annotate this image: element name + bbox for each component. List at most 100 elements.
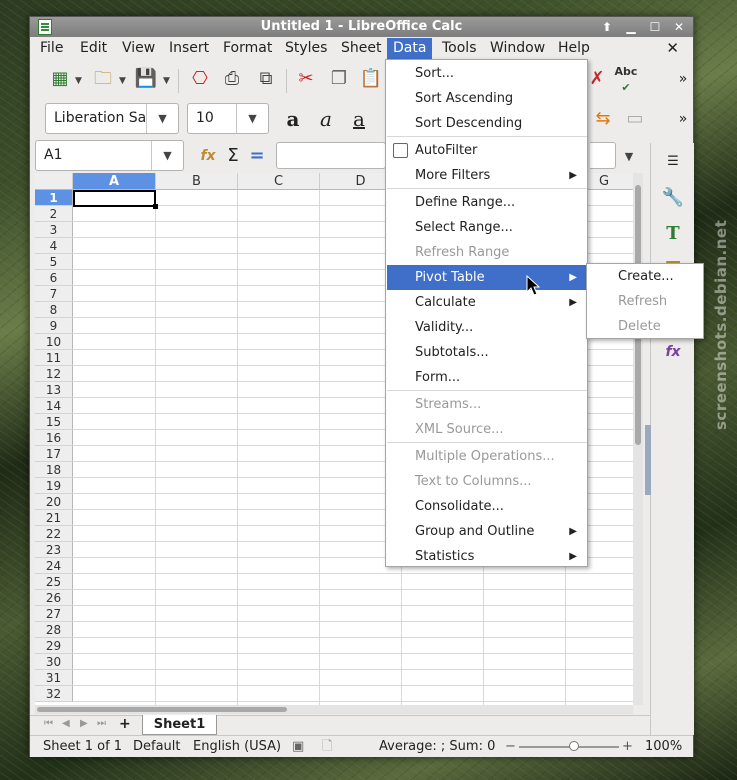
column-header-b[interactable]: B: [156, 173, 238, 190]
toolbar-overflow-icon[interactable]: »: [671, 67, 695, 91]
menu-item-define-range[interactable]: Define Range...: [387, 190, 587, 215]
menu-item-consolidate[interactable]: Consolidate...: [387, 494, 587, 519]
row-header-1[interactable]: 1: [35, 190, 73, 206]
add-sheet-icon[interactable]: +: [119, 716, 131, 732]
menu-item-group-and-outline[interactable]: Group and Outline ▶: [387, 519, 587, 544]
function-wizard-icon[interactable]: fx: [196, 144, 220, 168]
font-size-box[interactable]: 10 ▼: [187, 103, 269, 134]
menu-item-validity[interactable]: Validity...: [387, 315, 587, 340]
text-language[interactable]: English (USA): [193, 736, 281, 757]
new-spreadsheet-icon[interactable]: ▦: [48, 67, 72, 91]
bold-icon[interactable]: a: [281, 107, 305, 131]
zoom-slider-knob[interactable]: [569, 741, 579, 751]
row-header-8[interactable]: 8: [35, 302, 73, 318]
print-icon[interactable]: ⎙: [220, 67, 244, 91]
row-header-27[interactable]: 27: [35, 606, 73, 622]
close-document-icon[interactable]: ✕: [666, 38, 679, 59]
new-dropdown-icon[interactable]: ▼: [75, 76, 82, 86]
underline-icon[interactable]: a: [347, 107, 371, 131]
row-header-32[interactable]: 32: [35, 686, 73, 702]
title-bar[interactable]: Untitled 1 - LibreOffice Calc ⬆ ▁ ☐ ✕: [30, 17, 693, 37]
clear-formatting-icon[interactable]: ✗: [585, 67, 609, 91]
sheet-position[interactable]: Sheet 1 of 1: [43, 736, 122, 757]
spelling-icon[interactable]: Abc ✔: [614, 64, 638, 94]
row-header-30[interactable]: 30: [35, 654, 73, 670]
menu-insert[interactable]: Insert: [163, 38, 215, 60]
menu-window[interactable]: Window: [484, 38, 551, 60]
last-sheet-icon[interactable]: ⏭: [97, 718, 106, 729]
submenu-item-create[interactable]: Create...: [588, 264, 703, 289]
maximize-icon[interactable]: ☐: [647, 19, 663, 35]
row-header-20[interactable]: 20: [35, 494, 73, 510]
horizontal-scroll-thumb[interactable]: [37, 707, 287, 712]
open-folder-icon[interactable]: 🗀: [91, 67, 115, 91]
first-sheet-icon[interactable]: ⏮: [44, 718, 53, 729]
menu-item-form[interactable]: Form...: [387, 365, 587, 390]
row-header-7[interactable]: 7: [35, 286, 73, 302]
menu-item-sort-descending[interactable]: Sort Descending: [387, 111, 587, 136]
menu-item-sort-ascending[interactable]: Sort Ascending: [387, 86, 587, 111]
sum-icon[interactable]: Σ: [221, 144, 245, 168]
row-header-3[interactable]: 3: [35, 222, 73, 238]
selection-summary[interactable]: Average: ; Sum: 0: [379, 736, 495, 757]
cell-cursor-a1[interactable]: [73, 190, 158, 209]
menu-item-pivot-table[interactable]: Pivot Table ▶: [387, 265, 587, 290]
row-header-28[interactable]: 28: [35, 622, 73, 638]
menu-format[interactable]: Format: [217, 38, 278, 60]
column-header-c[interactable]: C: [238, 173, 320, 190]
row-header-18[interactable]: 18: [35, 462, 73, 478]
row-header-15[interactable]: 15: [35, 414, 73, 430]
font-name-dropdown-icon[interactable]: ▼: [146, 104, 178, 133]
row-header-25[interactable]: 25: [35, 574, 73, 590]
menu-item-more-filters[interactable]: More Filters ▶: [387, 163, 587, 188]
formatting-overflow-icon[interactable]: »: [671, 107, 695, 131]
row-header-11[interactable]: 11: [35, 350, 73, 366]
properties-wrench-icon[interactable]: 🔧: [660, 185, 686, 211]
row-header-17[interactable]: 17: [35, 446, 73, 462]
row-header-2[interactable]: 2: [35, 206, 73, 222]
open-dropdown-icon[interactable]: ▼: [119, 76, 126, 86]
menu-item-select-range[interactable]: Select Range...: [387, 215, 587, 240]
copy-icon[interactable]: ❐: [327, 67, 351, 91]
minimize-icon[interactable]: ▁: [623, 19, 639, 35]
row-header-16[interactable]: 16: [35, 430, 73, 446]
row-header-24[interactable]: 24: [35, 558, 73, 574]
row-header-4[interactable]: 4: [35, 238, 73, 254]
zoom-level[interactable]: 100%: [645, 736, 682, 757]
row-header-13[interactable]: 13: [35, 382, 73, 398]
close-window-icon[interactable]: ✕: [671, 19, 687, 35]
row-header-10[interactable]: 10: [35, 334, 73, 350]
select-all-corner[interactable]: [35, 173, 73, 190]
sidebar-menu-icon[interactable]: ☰: [660, 149, 686, 175]
name-box[interactable]: A1 ▼: [35, 140, 184, 171]
row-header-19[interactable]: 19: [35, 478, 73, 494]
name-box-dropdown-icon[interactable]: ▼: [151, 141, 183, 170]
zoom-out-icon[interactable]: −: [505, 736, 516, 757]
export-pdf-icon[interactable]: ⎔: [188, 67, 212, 91]
row-header-6[interactable]: 6: [35, 270, 73, 286]
vertical-scrollbar[interactable]: [633, 173, 643, 705]
menu-edit[interactable]: Edit: [74, 38, 113, 60]
menu-tools[interactable]: Tools: [436, 38, 483, 60]
selection-mode-icon[interactable]: ▣: [292, 736, 304, 757]
row-header-22[interactable]: 22: [35, 526, 73, 542]
previous-sheet-icon[interactable]: ◀: [62, 718, 70, 729]
save-icon[interactable]: 💾: [134, 67, 158, 91]
styles-icon[interactable]: T: [660, 221, 686, 247]
column-header-a[interactable]: A: [73, 173, 156, 190]
menu-data[interactable]: Data: [387, 38, 433, 60]
functions-icon[interactable]: fx: [660, 339, 686, 365]
save-dropdown-icon[interactable]: ▼: [163, 76, 170, 86]
row-header-31[interactable]: 31: [35, 670, 73, 686]
zoom-in-icon[interactable]: +: [622, 736, 633, 757]
autofilter-checkbox[interactable]: [393, 143, 408, 158]
menu-item-autofilter[interactable]: AutoFilter: [387, 138, 587, 163]
merge-cells-icon[interactable]: ▭: [623, 107, 647, 131]
menu-styles[interactable]: Styles: [279, 38, 333, 60]
menu-help[interactable]: Help: [552, 38, 596, 60]
row-header-12[interactable]: 12: [35, 366, 73, 382]
print-preview-icon[interactable]: ⧉: [254, 67, 278, 91]
menu-item-calculate[interactable]: Calculate ▶: [387, 290, 587, 315]
row-header-29[interactable]: 29: [35, 638, 73, 654]
keep-above-icon[interactable]: ⬆: [599, 19, 615, 35]
